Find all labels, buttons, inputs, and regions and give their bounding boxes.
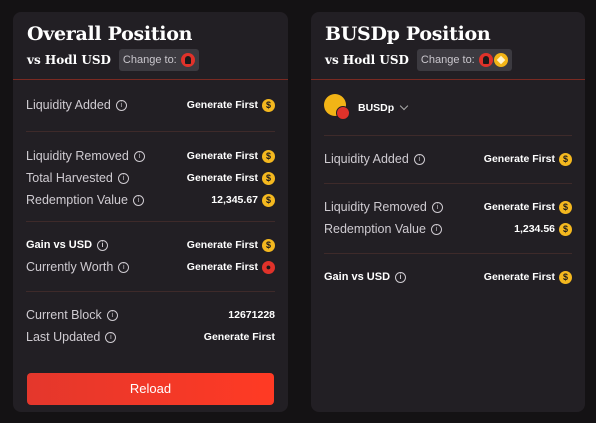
row-currently-worth: Currently Worth i Generate First ● xyxy=(26,256,275,278)
token-selector[interactable]: BUSDp xyxy=(324,80,572,136)
label: Liquidity Added xyxy=(324,152,409,166)
token-icon xyxy=(180,53,195,67)
overall-header: Overall Position vs Hodl USD Change to: xyxy=(13,12,288,80)
label: Last Updated xyxy=(26,330,101,344)
row-current-block: Current Block i 12671228 xyxy=(26,304,275,326)
value: Generate First xyxy=(483,201,555,213)
value: Generate First xyxy=(483,153,555,165)
info-icon[interactable]: i xyxy=(106,309,118,321)
usd-coin-icon: $ xyxy=(262,98,275,112)
token-pair-icon xyxy=(324,93,352,122)
row-redemption-value: Redemption Value i 12,345.67 $ xyxy=(26,189,275,211)
row-liquidity-removed: Liquidity Removed i Generate First $ xyxy=(324,196,572,218)
page-title: BUSDp Position xyxy=(325,23,491,45)
info-icon[interactable]: i xyxy=(132,194,144,206)
usd-coin-icon: $ xyxy=(559,270,572,284)
label: Total Harvested xyxy=(26,171,113,185)
vs-label: vs Hodl USD xyxy=(27,53,111,67)
row-gain-vs-usd: Gain vs USD i Generate First $ xyxy=(26,234,275,256)
value: 12671228 xyxy=(228,309,275,321)
value: Generate First xyxy=(186,239,258,251)
token-name: BUSDp xyxy=(358,101,395,114)
change-to-button[interactable]: Change to: xyxy=(416,49,512,71)
row-liquidity-removed: Liquidity Removed i Generate First $ xyxy=(26,145,275,167)
row-liquidity-added: Liquidity Added i Generate First $ xyxy=(324,148,572,170)
row-redemption-value: Redemption Value i 1,234.56 $ xyxy=(324,218,572,240)
row-total-harvested: Total Harvested i Generate First $ xyxy=(26,167,275,189)
token-icon xyxy=(478,53,493,67)
label: Liquidity Removed xyxy=(324,200,427,214)
usd-coin-icon: $ xyxy=(262,149,275,163)
value: Generate First xyxy=(483,271,555,283)
token-coin-icon: ● xyxy=(262,260,275,274)
info-icon[interactable]: i xyxy=(105,331,117,343)
usd-coin-icon: $ xyxy=(559,152,572,166)
overall-position-card: Overall Position vs Hodl USD Change to: … xyxy=(13,12,288,412)
info-icon[interactable]: i xyxy=(117,172,129,184)
usd-coin-icon: $ xyxy=(262,193,275,207)
value: 12,345.67 xyxy=(211,194,258,206)
row-last-updated: Last Updated i Generate First xyxy=(26,326,275,348)
row-liquidity-added: Liquidity Added i Generate First $ xyxy=(26,94,275,116)
chevron-down-icon xyxy=(399,101,409,111)
label: Gain vs USD xyxy=(324,271,391,283)
change-to-label: Change to: xyxy=(122,54,177,66)
label: Currently Worth xyxy=(26,260,114,274)
reload-button[interactable]: Reload xyxy=(27,373,274,405)
label: Redemption Value xyxy=(26,193,128,207)
info-icon[interactable]: i xyxy=(395,271,407,283)
vs-label: vs Hodl USD xyxy=(325,53,409,67)
value: Generate First xyxy=(186,261,258,273)
info-icon[interactable]: i xyxy=(115,99,127,111)
change-to-label: Change to: xyxy=(420,54,475,66)
value: 1,234.56 xyxy=(514,223,555,235)
usd-coin-icon: $ xyxy=(262,171,275,185)
busdp-header: BUSDp Position vs Hodl USD Change to: xyxy=(311,12,585,80)
info-icon[interactable]: i xyxy=(431,201,443,213)
value: Generate First xyxy=(186,99,258,111)
label: Liquidity Added xyxy=(26,98,111,112)
value: Generate First xyxy=(203,331,275,343)
page-title: Overall Position xyxy=(27,23,193,45)
row-gain-vs-usd: Gain vs USD i Generate First $ xyxy=(324,266,572,288)
info-icon[interactable]: i xyxy=(133,150,145,162)
label: Liquidity Removed xyxy=(26,149,129,163)
label: Gain vs USD xyxy=(26,239,93,251)
value: Generate First xyxy=(186,172,258,184)
value: Generate First xyxy=(186,150,258,162)
busdp-position-card: BUSDp Position vs Hodl USD Change to: BU… xyxy=(311,12,585,412)
busd-icon xyxy=(493,53,508,67)
change-to-button[interactable]: Change to: xyxy=(118,49,199,71)
info-icon[interactable]: i xyxy=(430,223,442,235)
info-icon[interactable]: i xyxy=(413,153,425,165)
label: Current Block xyxy=(26,308,102,322)
usd-coin-icon: $ xyxy=(559,200,572,214)
info-icon[interactable]: i xyxy=(118,261,130,273)
info-icon[interactable]: i xyxy=(97,239,109,251)
usd-coin-icon: $ xyxy=(262,238,275,252)
token-icon xyxy=(336,105,350,120)
usd-coin-icon: $ xyxy=(559,222,572,236)
label: Redemption Value xyxy=(324,222,426,236)
